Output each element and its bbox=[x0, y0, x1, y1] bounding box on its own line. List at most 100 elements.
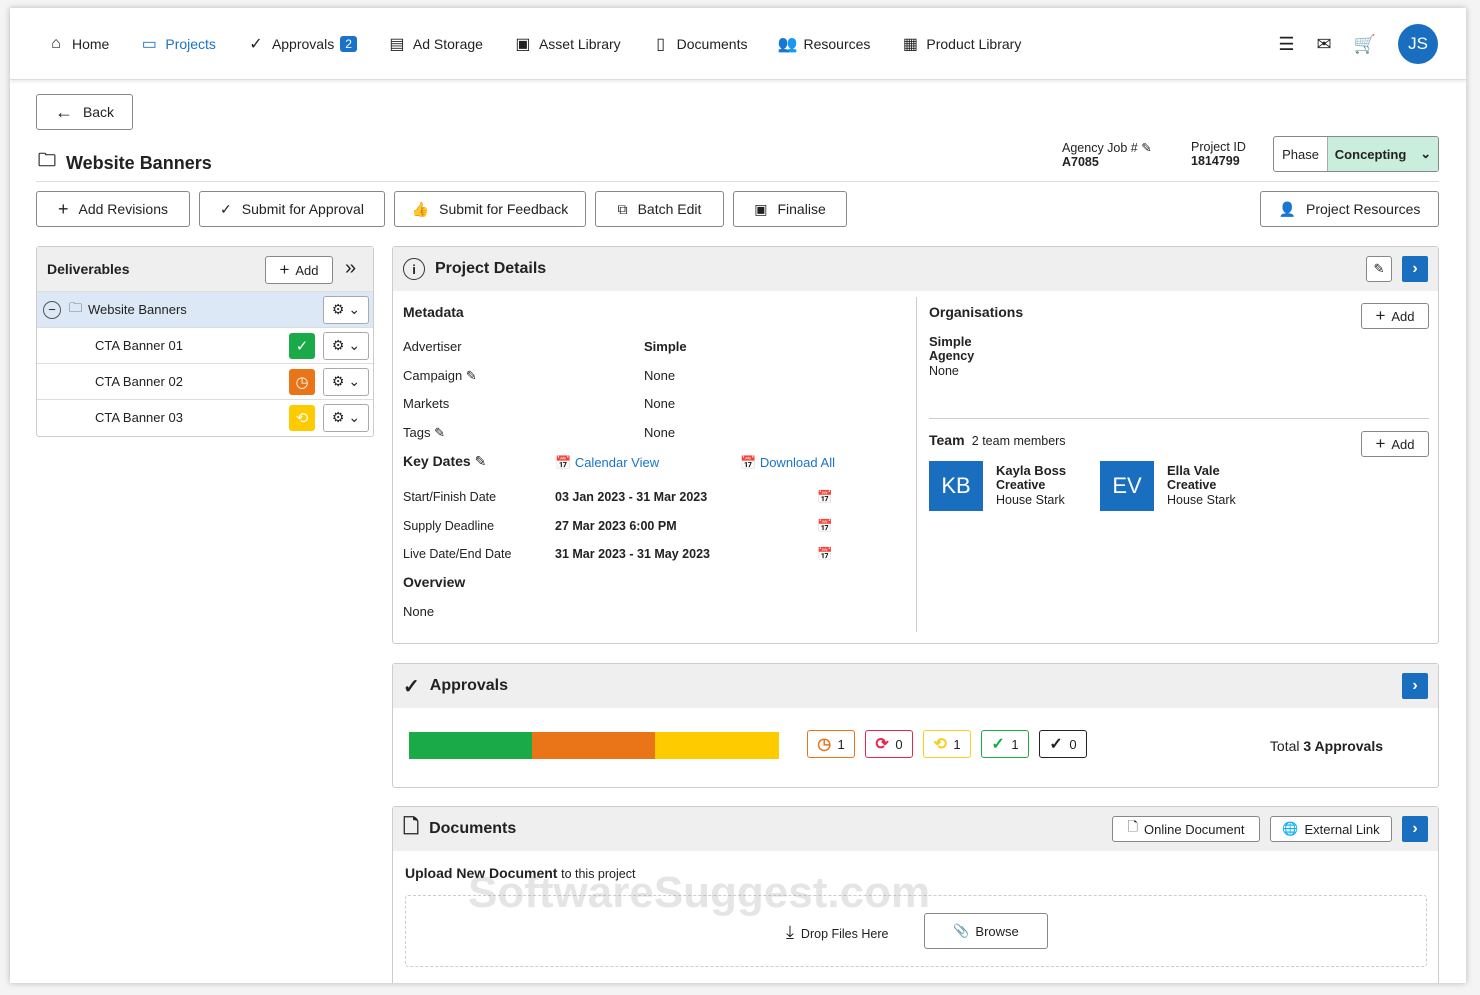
pending-status-icon: ◷ bbox=[289, 368, 315, 395]
label: Add bbox=[1391, 308, 1415, 324]
add-revisions-button[interactable]: + Add Revisions bbox=[36, 191, 190, 227]
nav-label: Home bbox=[72, 35, 110, 52]
meta-label: Tags bbox=[403, 424, 431, 440]
chevron-right-icon[interactable]: › bbox=[1402, 673, 1428, 699]
chevron-down-icon: ⌄ bbox=[1420, 146, 1432, 161]
nav-projects[interactable]: ▭ Projects bbox=[139, 34, 216, 54]
member-house: House Stark bbox=[996, 493, 1065, 507]
deliverable-name: Website Banners bbox=[88, 302, 187, 317]
edit-button[interactable]: ✎ bbox=[1366, 256, 1392, 282]
chevron-right-icon[interactable]: › bbox=[1402, 816, 1428, 842]
panel-title: Project Details bbox=[435, 260, 547, 277]
progress-segment-approved bbox=[409, 732, 533, 759]
add-organisation-button[interactable]: + Add bbox=[1361, 303, 1429, 329]
meta-label: Campaign bbox=[403, 367, 463, 383]
phase-select[interactable]: Phase Concepting ⌄ bbox=[1273, 136, 1439, 172]
calendar-icon[interactable]: 📅 bbox=[817, 540, 833, 569]
deliverable-row[interactable]: CTA Banner 03 ⟲ ⚙ ⌄ bbox=[37, 399, 373, 435]
settings-dropdown[interactable]: ⚙ ⌄ bbox=[323, 367, 369, 396]
arrow-left-icon: ← bbox=[54, 101, 73, 122]
user-avatar[interactable]: JS bbox=[1398, 24, 1438, 64]
metadata-list: Advertiser Simple Campaign ✎ None Markets N… bbox=[403, 333, 723, 447]
add-team-member-button[interactable]: + Add bbox=[1361, 431, 1429, 457]
expand-icon[interactable]: » bbox=[345, 257, 356, 280]
changes-icon: ⟳ bbox=[875, 736, 889, 753]
label: Project Resources bbox=[1306, 201, 1421, 217]
pencil-icon[interactable]: ✎ bbox=[475, 453, 487, 469]
label: Submit for Approval bbox=[241, 201, 364, 217]
project-resources-button[interactable]: 👤 Project Resources bbox=[1260, 191, 1439, 227]
cart-icon[interactable]: 🛒 bbox=[1354, 34, 1376, 55]
collapse-icon[interactable]: − bbox=[43, 300, 61, 319]
settings-dropdown[interactable]: ⚙ ⌄ bbox=[323, 403, 369, 432]
settings-dropdown[interactable]: ⚙ ⌄ bbox=[323, 295, 369, 324]
batch-edit-button[interactable]: ⧉ Batch Edit bbox=[595, 191, 724, 227]
finalise-button[interactable]: ▣ Finalise bbox=[733, 191, 847, 227]
chevron-right-icon[interactable]: › bbox=[1402, 256, 1428, 282]
org-type: Agency bbox=[929, 349, 975, 363]
nav-documents[interactable]: ▯ Documents bbox=[651, 34, 747, 54]
deliverable-row[interactable]: CTA Banner 01 ✓ ⚙ ⌄ bbox=[37, 327, 373, 363]
deliverable-row[interactable]: CTA Banner 02 ◷ ⚙ ⌄ bbox=[37, 363, 373, 399]
submit-approval-button[interactable]: ✓ Submit for Approval bbox=[199, 191, 385, 227]
project-id: Project ID 1814799 bbox=[1191, 140, 1246, 168]
add-deliverable-button[interactable]: + Add bbox=[265, 256, 333, 284]
agency-job-value: A7085 bbox=[1062, 155, 1099, 169]
nav-resources[interactable]: 👥 Resources bbox=[777, 34, 871, 54]
plus-icon: + bbox=[1375, 434, 1386, 453]
back-button[interactable]: ← Back bbox=[36, 94, 133, 130]
deliverable-root[interactable]: − 🗀 Website Banners ⚙ ⌄ bbox=[37, 291, 373, 327]
meta-value: None bbox=[644, 424, 676, 440]
copy-icon: ⧉ bbox=[617, 200, 628, 217]
browse-button[interactable]: 📎 Browse bbox=[924, 913, 1048, 949]
nav-home[interactable]: ⌂ Home bbox=[46, 35, 109, 53]
meta-label: Markets bbox=[403, 396, 450, 411]
online-document-button[interactable]: 🗋 Online Document bbox=[1112, 816, 1260, 842]
calendar-view-link[interactable]: 📅 Calendar View bbox=[555, 455, 659, 471]
pencil-icon[interactable]: ✎ bbox=[434, 425, 445, 440]
agency-job: Agency Job # ✎ A7085 bbox=[1062, 140, 1152, 169]
list-icon[interactable]: ☰ bbox=[1278, 34, 1294, 55]
deliverables-panel: Deliverables + Add » − 🗀 Website Banners … bbox=[36, 246, 374, 437]
nav-approvals[interactable]: ✓ Approvals 2 bbox=[246, 34, 357, 54]
date-value: 27 Mar 2023 6:00 PM bbox=[555, 518, 677, 533]
total-prefix: Total bbox=[1269, 738, 1300, 754]
project-details-header: i Project Details bbox=[393, 247, 1438, 291]
mail-icon[interactable]: ✉ bbox=[1316, 34, 1331, 55]
approval-chip-in-progress[interactable]: ⟲ 1 bbox=[923, 730, 971, 758]
download-all-link[interactable]: 📅 Download All bbox=[740, 455, 835, 471]
check-circle-icon: ✓ bbox=[403, 675, 420, 698]
approval-chip-pending[interactable]: ◷ 1 bbox=[807, 730, 855, 758]
divider bbox=[929, 418, 1429, 419]
nav-label: Approvals bbox=[271, 35, 335, 52]
phase-value: Concepting bbox=[1334, 146, 1407, 162]
nav-label: Projects bbox=[165, 35, 216, 52]
nav-ad-storage[interactable]: ▤ Ad Storage bbox=[387, 34, 483, 54]
pencil-icon[interactable]: ✎ bbox=[1141, 141, 1151, 155]
meta-value: None bbox=[644, 396, 676, 411]
metadata-title: Metadata bbox=[403, 304, 464, 320]
settings-dropdown[interactable]: ⚙ ⌄ bbox=[323, 331, 369, 360]
submit-feedback-button[interactable]: 👍 Submit for Feedback bbox=[394, 191, 586, 227]
member-name: Ella Vale bbox=[1167, 463, 1220, 478]
chip-count: 0 bbox=[895, 736, 903, 752]
drop-label: Drop Files Here bbox=[800, 927, 889, 941]
pencil-icon[interactable]: ✎ bbox=[466, 368, 477, 383]
team-avatar[interactable]: EV bbox=[1100, 461, 1154, 511]
nav-label: Asset Library bbox=[538, 35, 621, 52]
approval-chip-changes[interactable]: ⟳ 0 bbox=[865, 730, 913, 758]
nav-asset-library[interactable]: ▣ Asset Library bbox=[513, 34, 621, 54]
approval-chip-approved[interactable]: ✓ 1 bbox=[981, 730, 1029, 758]
project-id-label: Project ID bbox=[1191, 140, 1246, 154]
date-value: 31 Mar 2023 - 31 May 2023 bbox=[555, 547, 710, 561]
progress-segment-in-progress bbox=[655, 732, 779, 759]
team-avatar[interactable]: KB bbox=[929, 461, 983, 511]
key-dates-title: Key Dates bbox=[403, 453, 471, 469]
nav-product-library[interactable]: ▦ Product Library bbox=[900, 34, 1022, 54]
calendar-icon[interactable]: 📅 bbox=[817, 512, 833, 541]
external-link-button[interactable]: 🌐 External Link bbox=[1270, 816, 1392, 842]
calendar-icon[interactable]: 📅 bbox=[817, 483, 833, 512]
label: Batch Edit bbox=[637, 201, 702, 217]
label: Add bbox=[1391, 436, 1415, 452]
approval-chip-final[interactable]: ✓ 0 bbox=[1039, 730, 1087, 758]
